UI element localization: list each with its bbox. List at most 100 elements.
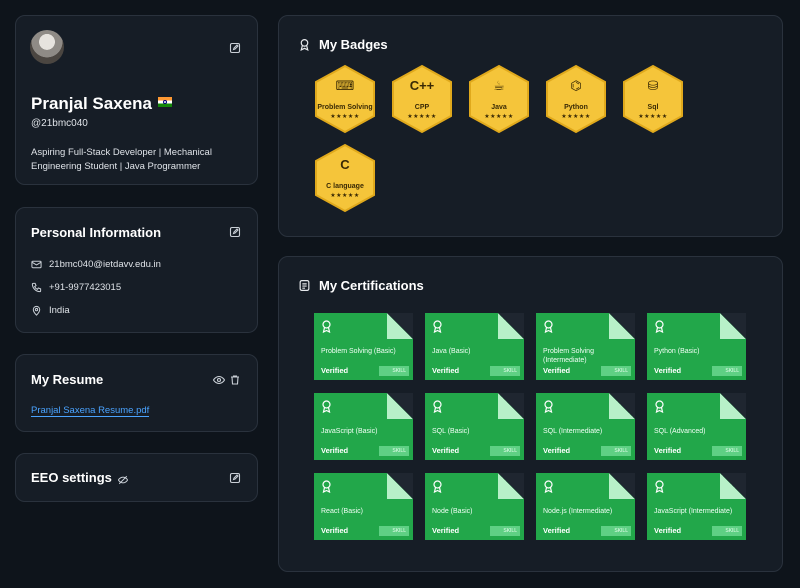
cpp-icon: C++: [409, 78, 435, 93]
edit-eeo-icon[interactable]: [229, 472, 243, 486]
certificate-card[interactable]: Python (Basic) Verified SKILL: [647, 313, 746, 380]
certificate-card[interactable]: Problem Solving (Intermediate) Verified SK…: [536, 313, 635, 380]
certificate-name: Problem Solving (Intermediate): [543, 348, 594, 364]
certificate-status: Verified: [432, 366, 460, 375]
profile-handle: @21bmc040: [31, 118, 88, 129]
skill-tag: SKILL: [712, 446, 742, 456]
certificate-status: Verified: [654, 526, 682, 535]
award-icon: [432, 320, 443, 334]
badge-stars: ★★★★★: [561, 114, 591, 120]
certificate-doc-icon: [298, 279, 311, 292]
certificate-name: JavaScript (Basic): [321, 428, 378, 435]
award-icon: [321, 480, 332, 494]
delete-resume-icon[interactable]: [229, 374, 243, 388]
badge-ribbon-icon: [298, 38, 311, 51]
certificate-name: Problem Solving (Basic): [321, 348, 396, 355]
profile-bio: Aspiring Full-Stack Developer | Mechanic…: [31, 147, 212, 172]
certificate-status: Verified: [321, 526, 349, 535]
award-icon: [654, 480, 665, 494]
certificate-name: Python (Basic): [654, 348, 700, 355]
resume-title: My Resume: [31, 372, 104, 387]
badge-stars: ★★★★★: [330, 193, 360, 199]
award-icon: [543, 320, 554, 334]
certificate-status: Verified: [543, 446, 571, 455]
certifications-header: My Certifications: [298, 278, 424, 293]
location-row: India: [31, 305, 70, 316]
certificate-status: Verified: [321, 446, 349, 455]
badge-stars: ★★★★★: [484, 114, 514, 120]
resume-card: My Resume Pranjal Saxena Resume.pdf: [15, 354, 258, 432]
award-icon: [654, 320, 665, 334]
certifications-card: My Certifications Problem Solving (Basic…: [278, 256, 783, 572]
python-icon: ⌬: [570, 78, 582, 93]
badge-java[interactable]: ☕ Java ★★★★★: [464, 64, 534, 134]
skill-tag: SKILL: [712, 526, 742, 536]
badge-c-language[interactable]: C C language ★★★★★: [310, 143, 380, 213]
mail-icon: [31, 259, 42, 270]
keyboard-icon: ⌨: [335, 78, 355, 93]
skill-tag: SKILL: [601, 366, 631, 376]
india-flag-icon: [157, 97, 172, 107]
badge-problem-solving[interactable]: ⌨ Problem Solving ★★★★★: [310, 64, 380, 134]
badge-label: Python: [564, 104, 588, 111]
certificate-card[interactable]: React (Basic) Verified SKILL: [314, 473, 413, 540]
certificate-card[interactable]: JavaScript (Basic) Verified SKILL: [314, 393, 413, 460]
avatar[interactable]: [30, 30, 64, 64]
certificate-name: SQL (Intermediate): [543, 428, 603, 435]
award-icon: [432, 400, 443, 414]
phone-row: +91-9977423015: [31, 282, 121, 293]
certificate-status: Verified: [654, 366, 682, 375]
certificate-status: Verified: [321, 366, 349, 375]
certificate-card[interactable]: JavaScript (Intermediate) Verified SKILL: [647, 473, 746, 540]
phone-value: +91-9977423015: [49, 282, 122, 293]
skill-tag: SKILL: [379, 526, 409, 536]
certificate-card[interactable]: Java (Basic) Verified SKILL: [425, 313, 524, 380]
certificate-card[interactable]: SQL (Intermediate) Verified SKILL: [536, 393, 635, 460]
certificate-status: Verified: [543, 366, 571, 375]
certificate-card[interactable]: Problem Solving (Basic) Verified SKILL: [314, 313, 413, 380]
badges-card: My Badges ⌨ Problem Solving ★★★★★ C++ CPP ★★★…: [278, 15, 783, 237]
email-row: 21bmc040@ietdavv.edu.in: [31, 259, 161, 270]
phone-icon: [31, 282, 42, 293]
certificate-status: Verified: [654, 446, 682, 455]
resume-file-link[interactable]: Pranjal Saxena Resume.pdf: [31, 405, 150, 417]
skill-tag: SKILL: [601, 526, 631, 536]
eye-off-icon: [117, 473, 129, 484]
certificate-name: SQL (Advanced): [654, 428, 706, 435]
eeo-settings-card: EEO settings: [15, 453, 258, 502]
certificate-name: Node.js (Intermediate): [543, 508, 613, 515]
skill-tag: SKILL: [601, 446, 631, 456]
award-icon: [543, 400, 554, 414]
badge-sql[interactable]: ⛁ Sql ★★★★★: [618, 64, 688, 134]
certificate-name: JavaScript (Intermediate): [654, 508, 733, 515]
edit-profile-icon[interactable]: [229, 42, 243, 56]
personal-info-title: Personal Information: [31, 225, 162, 240]
location-value: India: [49, 305, 70, 316]
skill-tag: SKILL: [490, 526, 520, 536]
certificate-status: Verified: [432, 526, 460, 535]
certificate-name: React (Basic): [321, 508, 364, 515]
badge-label: C language: [326, 183, 364, 190]
award-icon: [543, 480, 554, 494]
view-resume-icon[interactable]: [213, 374, 227, 388]
skill-tag: SKILL: [379, 366, 409, 376]
badge-cpp[interactable]: C++ CPP ★★★★★: [387, 64, 457, 134]
badge-stars: ★★★★★: [638, 114, 668, 120]
eeo-title: EEO settings: [31, 470, 129, 485]
profile-name: Pranjal Saxena: [31, 94, 172, 114]
award-icon: [432, 480, 443, 494]
award-icon: [321, 320, 332, 334]
certificate-card[interactable]: SQL (Basic) Verified SKILL: [425, 393, 524, 460]
badge-label: CPP: [414, 104, 430, 111]
certificate-status: Verified: [432, 446, 460, 455]
certificate-card[interactable]: Node.js (Intermediate) Verified SKILL: [536, 473, 635, 540]
badge-python[interactable]: ⌬ Python ★★★★★: [541, 64, 611, 134]
certificate-card[interactable]: Node (Basic) Verified SKILL: [425, 473, 524, 540]
certificate-name: Java (Basic): [432, 348, 471, 355]
location-pin-icon: [31, 305, 42, 316]
database-icon: ⛁: [647, 78, 659, 93]
edit-personal-info-icon[interactable]: [229, 226, 243, 240]
award-icon: [654, 400, 665, 414]
certificate-card[interactable]: SQL (Advanced) Verified SKILL: [647, 393, 746, 460]
c-icon: C: [340, 157, 350, 172]
